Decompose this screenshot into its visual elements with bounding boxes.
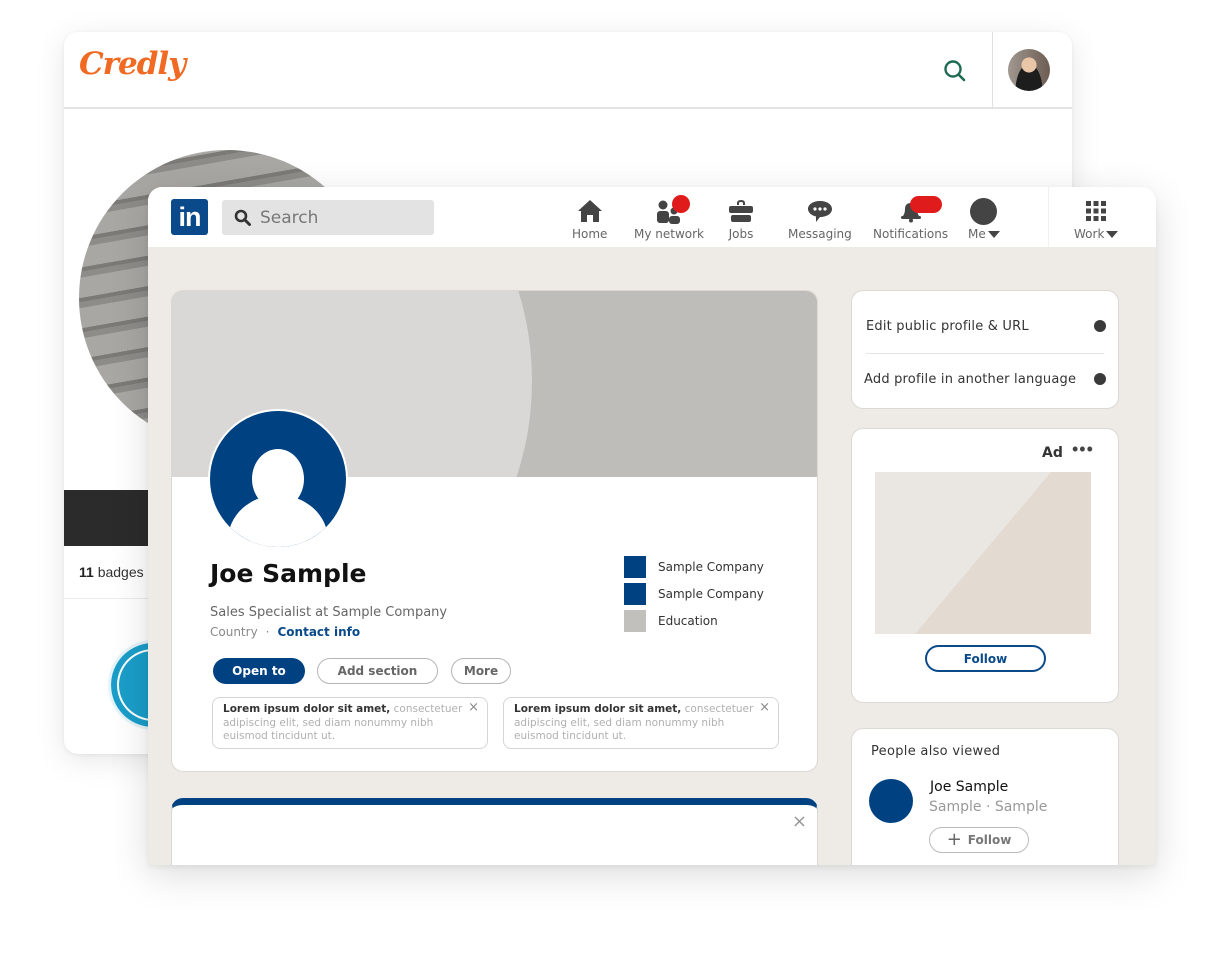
profile-location-row: Country · Contact info (210, 625, 360, 639)
nav-home-label: Home (572, 227, 608, 241)
top-nav: in Home (148, 187, 1156, 247)
close-icon[interactable]: × (792, 811, 807, 832)
ad-image[interactable] (875, 472, 1091, 634)
briefcase-icon (729, 200, 753, 222)
profile-location: Country (210, 625, 258, 639)
home-icon (577, 200, 602, 222)
follow-label: Follow (967, 833, 1012, 847)
profile-card: Joe Sample Sales Specialist at Sample Co… (171, 290, 818, 772)
note-bold-text: Lorem ipsum dolor sit amet, (223, 703, 391, 715)
notification-badge (672, 195, 690, 213)
nav-home[interactable]: Home (572, 197, 607, 245)
profile-headline: Sales Specialist at Sample Company (210, 605, 448, 620)
nav-work-label: Work (1074, 227, 1119, 241)
info-note: Lorem ipsum dolor sit amet, consectetuer… (503, 697, 779, 749)
divider (866, 353, 1104, 354)
avatar-icon (970, 197, 998, 225)
header-divider (992, 32, 993, 109)
separator: · (265, 625, 270, 639)
note-bold-text: Lorem ipsum dolor sit amet, (514, 703, 682, 715)
profile-name: Joe Sample (210, 559, 367, 588)
more-options-icon[interactable]: ••• (1072, 439, 1094, 460)
notification-badge (909, 196, 942, 213)
nav-divider (1048, 187, 1049, 247)
people-also-viewed-title: People also viewed (871, 744, 1001, 759)
person-name[interactable]: Joe Sample (930, 779, 1008, 795)
close-icon[interactable]: × (468, 701, 479, 715)
chevron-down-icon (987, 230, 1000, 238)
open-to-button[interactable]: Open to (213, 658, 305, 684)
credly-header: Credly (64, 32, 1072, 109)
experience-item[interactable]: Sample Company (624, 580, 764, 607)
linkedin-logo[interactable]: in (171, 199, 208, 235)
school-logo-icon (624, 609, 646, 632)
nav-my-network-label: My network (634, 227, 705, 241)
ad-card: Ad ••• Follow (851, 428, 1119, 703)
ad-label: Ad (1042, 445, 1063, 461)
plus-icon: + (946, 829, 962, 850)
experience-label: Sample Company (658, 586, 764, 601)
nav-messaging[interactable]: Messaging (788, 197, 852, 245)
avatar-body (228, 495, 328, 547)
nav-jobs-label: Jobs (728, 227, 754, 241)
badges-label: badges (97, 564, 144, 580)
info-icon[interactable] (1094, 373, 1106, 385)
nav-my-network[interactable]: My network (634, 195, 705, 245)
ad-follow-button[interactable]: Follow (925, 645, 1046, 672)
profile-avatar[interactable] (208, 409, 348, 549)
nav-me[interactable]: Me (968, 197, 1000, 245)
search-input[interactable] (260, 207, 420, 228)
add-language-profile-link[interactable]: Add profile in another language (864, 372, 1076, 387)
grid-icon (1086, 201, 1107, 221)
search-icon[interactable] (942, 58, 968, 84)
experience-list: Sample Company Sample Company Education (624, 553, 764, 634)
edit-public-profile-link[interactable]: Edit public profile & URL (866, 319, 1029, 334)
experience-label: Sample Company (658, 559, 764, 574)
nav-jobs[interactable]: Jobs (726, 197, 756, 245)
info-icon[interactable] (1094, 320, 1106, 332)
search-bar[interactable] (222, 200, 434, 235)
education-item[interactable]: Education (624, 607, 764, 634)
nav-work[interactable]: Work (1074, 197, 1119, 245)
search-icon (234, 209, 251, 226)
nav-me-text: Me (968, 227, 986, 241)
chat-icon (807, 201, 832, 222)
chevron-down-icon (1106, 230, 1119, 238)
experience-item[interactable]: Sample Company (624, 553, 764, 580)
linkedin-window: in Home (148, 187, 1156, 865)
credly-logo[interactable]: Credly (79, 46, 186, 82)
more-button[interactable]: More (451, 658, 511, 684)
company-logo-icon (624, 555, 646, 578)
nav-work-text: Work (1074, 227, 1105, 241)
person-avatar[interactable] (869, 779, 913, 823)
nav-notifications-label: Notifications (873, 227, 949, 241)
profile-settings-card: Edit public profile & URL Add profile in… (851, 290, 1119, 409)
section-card: × (171, 798, 818, 865)
education-label: Education (658, 613, 718, 628)
company-logo-icon (624, 582, 646, 605)
nav-me-label: Me (968, 227, 1000, 241)
user-avatar[interactable] (1008, 49, 1050, 91)
people-also-viewed-card: People also viewed Joe Sample Sample · S… (851, 728, 1119, 865)
close-icon[interactable]: × (759, 701, 770, 715)
badges-count: 11 badges (79, 564, 144, 580)
info-note: Lorem ipsum dolor sit amet, consectetuer… (212, 697, 488, 749)
nav-notifications[interactable]: Notifications (873, 196, 949, 245)
nav-messaging-label: Messaging (788, 227, 852, 241)
add-section-button[interactable]: Add section (317, 658, 438, 684)
contact-info-link[interactable]: Contact info (278, 625, 361, 639)
badges-number: 11 (79, 564, 94, 580)
person-subtitle: Sample · Sample (929, 799, 1048, 815)
person-follow-button[interactable]: + Follow (929, 827, 1029, 853)
